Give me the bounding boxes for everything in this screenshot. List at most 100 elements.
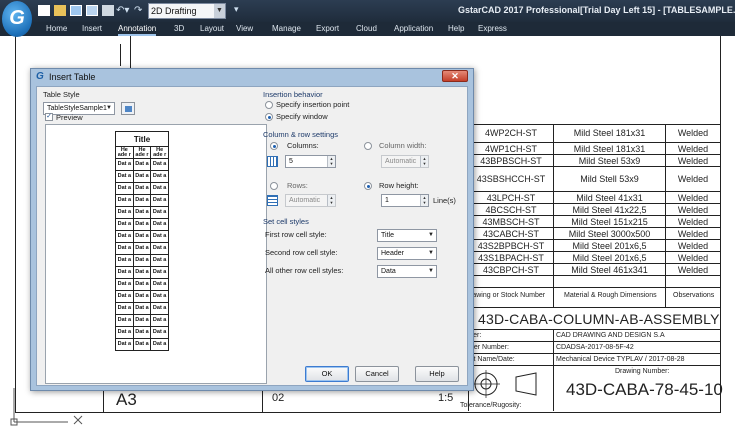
table-line (468, 191, 720, 192)
tab-express[interactable]: Express (478, 24, 507, 33)
tab-home[interactable]: Home (46, 24, 67, 33)
table-cell: 43CBPCH-ST (482, 265, 539, 275)
preview-data-cell: Dat a (132, 182, 152, 195)
column-width-radio[interactable] (364, 142, 372, 150)
app-logo-icon[interactable]: G (2, 1, 32, 37)
help-button[interactable]: Help (415, 366, 459, 382)
tab-view[interactable]: View (236, 24, 253, 33)
preview-data-cell: Dat a (132, 170, 152, 183)
table-cell: 43S2BPBCH-ST (477, 241, 545, 251)
preview-data-cell: Dat a (115, 170, 134, 183)
second-row-style-select[interactable]: Header ▼ (377, 247, 437, 260)
tab-insert[interactable]: Insert (82, 24, 102, 33)
undo-icon[interactable]: ↶▾ (116, 5, 136, 16)
tab-export[interactable]: Export (316, 24, 339, 33)
table-line (665, 124, 666, 307)
specify-window-label: Specify window (276, 112, 328, 121)
preview-data-cell: Dat a (115, 242, 134, 255)
tab-help[interactable]: Help (448, 24, 464, 33)
rows-stepper[interactable]: Automatic ▲ ▼ (285, 194, 336, 207)
col-row-settings-label: Column & row settings (263, 130, 339, 139)
tab-manage[interactable]: Manage (272, 24, 301, 33)
preview-data-cell: Dat a (132, 278, 152, 291)
save-icon[interactable] (70, 5, 82, 16)
print-icon[interactable] (102, 5, 114, 16)
preview-data-cell: Dat a (115, 182, 134, 195)
table-line (468, 239, 720, 240)
table-line (553, 124, 554, 307)
table-header: rawing or Stock Number (470, 292, 546, 299)
sheet-number: 02 (272, 392, 285, 404)
title-block-label: ct Name/Date: (470, 356, 515, 363)
table-cell: Mild Steel 201x6,5 (572, 241, 647, 251)
preview-table: Title He ade r He ade r He ade r Dat a Da… (115, 131, 169, 351)
first-row-style-select[interactable]: Title ▼ (377, 229, 437, 242)
columns-radio[interactable] (270, 142, 278, 150)
spinner-arrows-icon: ▲ ▼ (420, 195, 428, 206)
chevron-down-icon: ▼ (428, 250, 434, 256)
column-width-value: Automatic (385, 158, 417, 165)
table-cell: 4BCSCH-ST (485, 205, 537, 215)
drawing-number: 43D-CABA-78-45-10 (566, 380, 723, 399)
specify-window-radio[interactable] (265, 113, 273, 121)
table-line (468, 227, 720, 228)
table-cell: Mild Steel 3000x500 (568, 229, 651, 239)
specify-point-radio[interactable] (265, 101, 273, 109)
other-rows-style-select[interactable]: Data ▼ (377, 265, 437, 278)
tab-layout[interactable]: Layout (200, 24, 224, 33)
row-height-radio[interactable] (364, 182, 372, 190)
preview-data-cell: Dat a (150, 158, 169, 171)
table-style-dialog-button[interactable] (121, 102, 135, 115)
tab-application[interactable]: Application (394, 24, 433, 33)
tab-cloud[interactable]: Cloud (356, 24, 377, 33)
chevron-down-icon[interactable]: ▼ (214, 4, 225, 18)
preview-data-cell: Dat a (150, 326, 169, 339)
table-line (468, 329, 720, 330)
preview-data-cell: Dat a (132, 158, 152, 171)
table-cell: Welded (677, 128, 709, 138)
table-line (468, 287, 720, 288)
preview-data-cell: Dat a (115, 158, 134, 171)
preview-data-cell: Dat a (150, 242, 169, 255)
ok-button[interactable]: OK (305, 366, 349, 382)
preview-title-cell: Title (115, 131, 169, 147)
other-rows-style-label: All other row cell styles: (265, 266, 344, 275)
table-cell: 4WP2CH-ST (484, 128, 537, 138)
tab-3d[interactable]: 3D (174, 24, 184, 33)
preview-data-cell: Dat a (115, 302, 134, 315)
table-cell: Welded (677, 229, 709, 239)
tab-annotation[interactable]: Annotation (118, 24, 157, 36)
close-button[interactable]: ✕ (442, 70, 468, 82)
preview-data-cell: Dat a (132, 194, 152, 207)
frame-line (130, 36, 131, 68)
redo-icon[interactable]: ↷ (134, 5, 146, 16)
table-line (468, 154, 720, 155)
preview-checkbox[interactable]: ✓ (45, 113, 53, 121)
table-cell: Mild Stell 53x9 (580, 174, 639, 184)
column-width-stepper[interactable]: Automatic ▲ ▼ (381, 155, 429, 168)
dialog-body: Table Style TableStyleSample1 ▼ ✓ Preview… (36, 86, 468, 386)
insertion-behavior-label: Insertion behavior (263, 90, 323, 99)
title-block-value: CAD DRAWING AND DESIGN S.A (556, 332, 665, 339)
preview-data-cell: Dat a (150, 218, 169, 231)
new-file-icon[interactable] (38, 5, 50, 16)
table-preview: Title He ade r He ade r He ade r Dat a Da… (45, 124, 267, 384)
cancel-button[interactable]: Cancel (355, 366, 399, 382)
customize-toolbar-icon[interactable]: ▾ (234, 4, 239, 15)
table-line (468, 341, 720, 342)
preview-data-cell: Dat a (132, 302, 152, 315)
preview-data-cell: Dat a (132, 266, 152, 279)
preview-data-cell: Dat a (115, 206, 134, 219)
table-cell: Mild Steel 151x215 (571, 217, 648, 227)
table-line (468, 203, 720, 204)
save-as-icon[interactable] (86, 5, 98, 16)
preview-data-cell: Dat a (132, 206, 152, 219)
rows-radio[interactable] (270, 182, 278, 190)
projection-symbol-icon (472, 370, 537, 398)
open-folder-icon[interactable] (54, 5, 66, 16)
preview-data-cell: Dat a (132, 242, 152, 255)
row-height-stepper[interactable]: 1 ▲ ▼ (381, 194, 429, 207)
preview-data-cell: Dat a (150, 230, 169, 243)
title-block-value: CDADSA-2017-08-5F-42 (556, 344, 634, 351)
columns-stepper[interactable]: 5 ▲ ▼ (285, 155, 336, 168)
